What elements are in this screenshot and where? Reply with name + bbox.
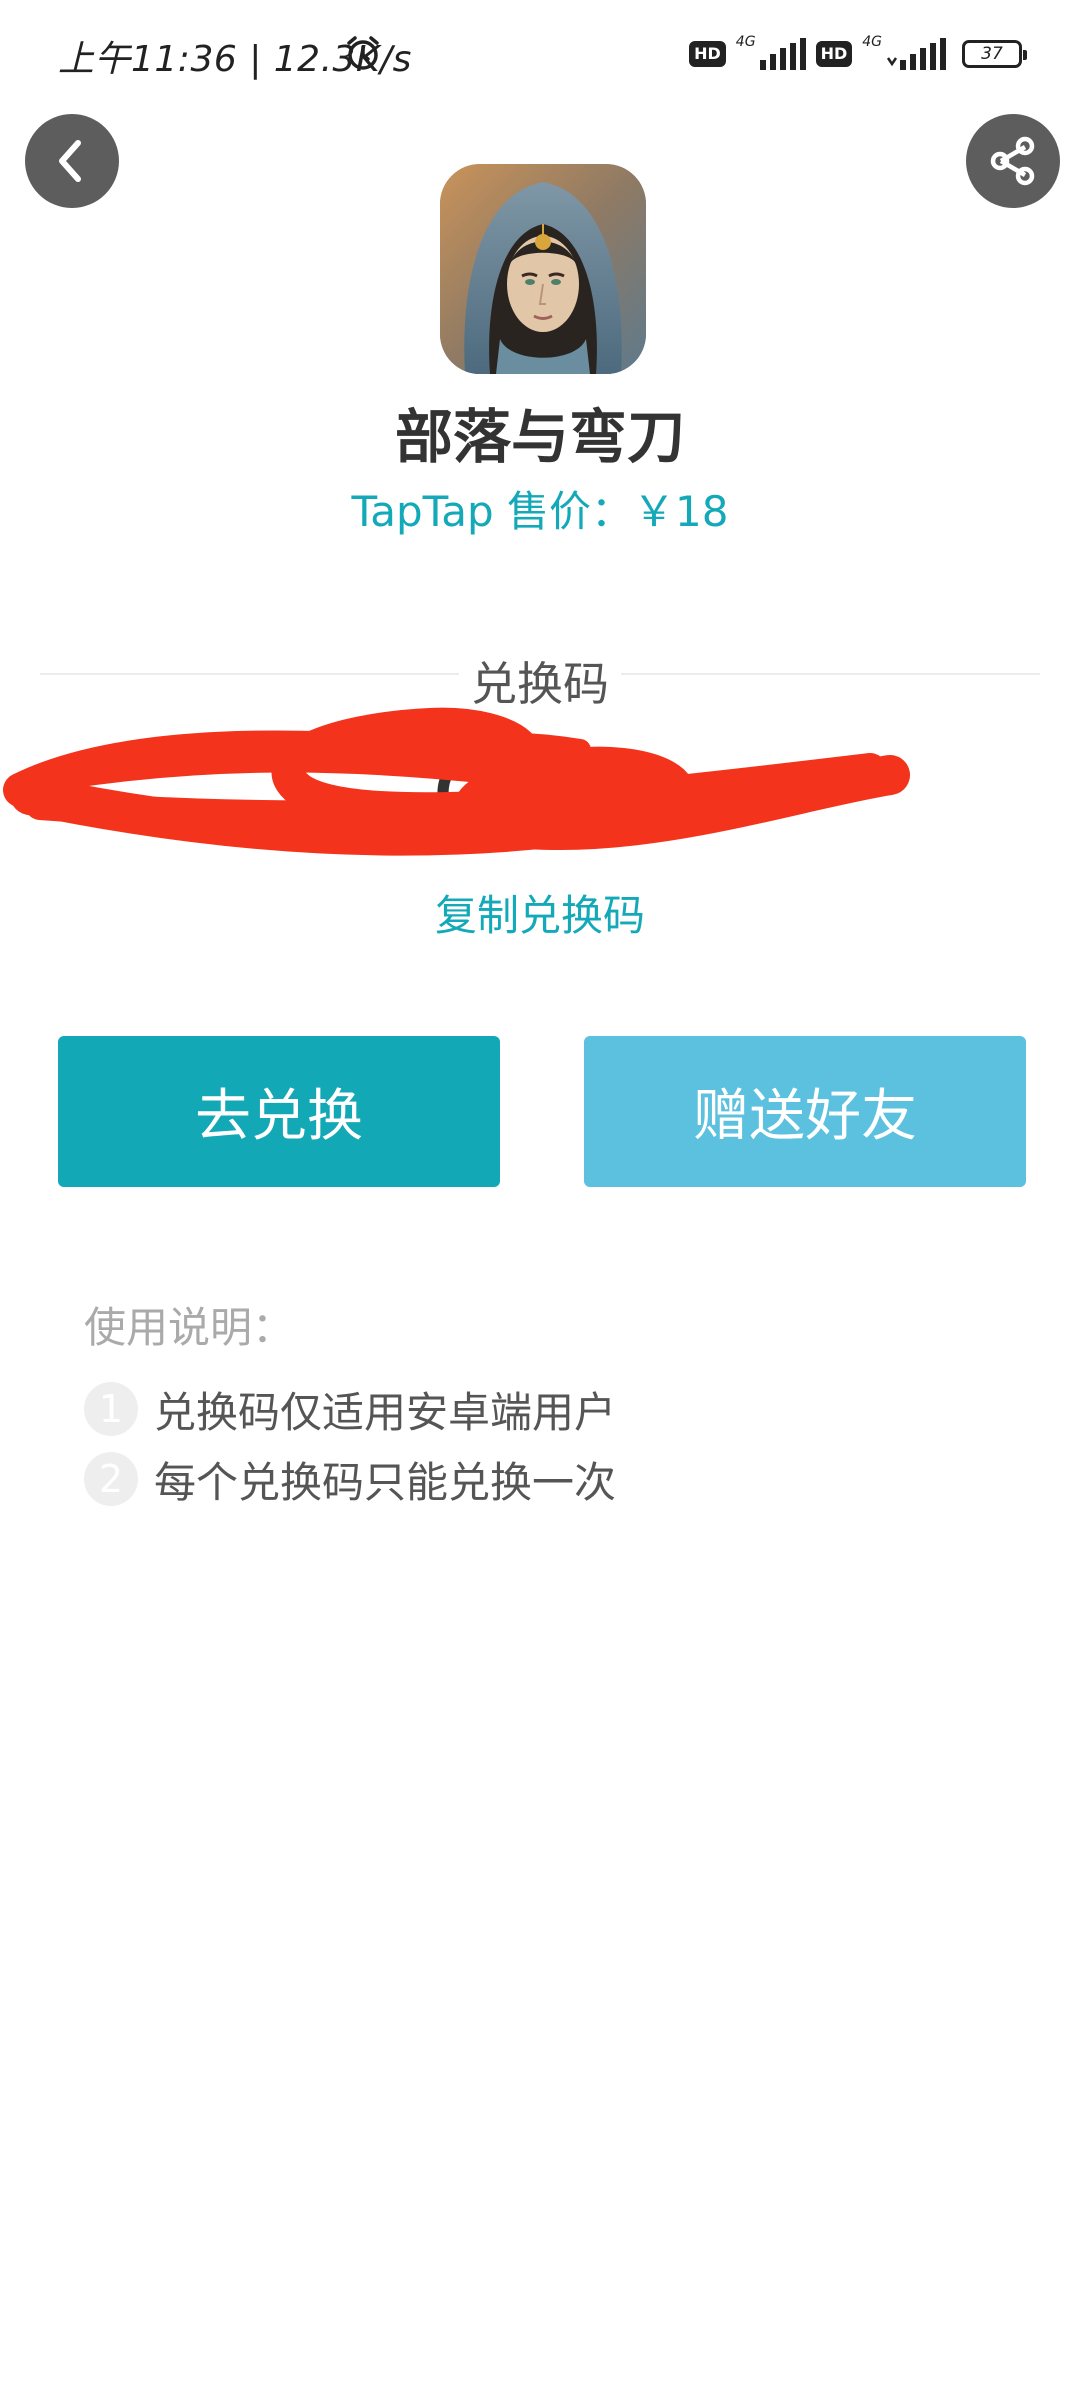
battery-level: 37	[981, 44, 1003, 64]
app-icon	[440, 164, 646, 374]
back-button[interactable]	[25, 114, 119, 208]
step-number-badge: 2	[84, 1452, 138, 1506]
redeem-code-label-text: 兑换码	[459, 657, 621, 711]
network-type-label: 4G	[735, 34, 756, 50]
instruction-item: 1 兑换码仅适用安卓端用户	[84, 1374, 1004, 1444]
hd-icon: HD	[689, 41, 726, 67]
step-number-badge: 1	[84, 1382, 138, 1436]
app-name: 部落与弯刀	[394, 403, 685, 471]
copy-code-link[interactable]: 复制兑换码	[0, 882, 1080, 943]
app-price: TapTap 售价：￥18	[351, 487, 729, 536]
status-indicators: HD 4G HD 4G 37	[689, 34, 1027, 74]
hd-icon: HD	[815, 41, 853, 67]
instruction-text: 每个兑换码只能兑换一次	[154, 1457, 617, 1507]
redeem-code-label: 兑换码	[0, 648, 1080, 714]
instruction-text: 兑换码仅适用安卓端用户	[154, 1387, 617, 1437]
gift-to-friend-button[interactable]: 赠送好友	[584, 1036, 1026, 1187]
network-type-label: 4G	[862, 34, 882, 50]
battery-icon: 37	[962, 40, 1027, 68]
signal-icon	[759, 38, 806, 70]
status-bar: 上午11:36 | 12.3K/s HD 4G HD 4G 37	[0, 0, 1080, 110]
instruction-item: 2 每个兑换码只能兑换一次	[84, 1444, 1004, 1514]
back-arrow-icon	[59, 140, 81, 182]
redeem-button[interactable]: 去兑换	[58, 1036, 500, 1187]
instructions-title: 使用说明：	[84, 1303, 295, 1352]
signal-icon	[886, 38, 946, 70]
alarm-icon	[345, 35, 381, 71]
redeem-code-value[interactable]: d2c	[0, 722, 1080, 852]
share-icon	[990, 136, 1035, 186]
usage-instructions: 使用说明： 1 兑换码仅适用安卓端用户 2 每个兑换码只能兑换一次	[84, 1300, 1004, 1514]
share-button[interactable]	[966, 114, 1060, 208]
